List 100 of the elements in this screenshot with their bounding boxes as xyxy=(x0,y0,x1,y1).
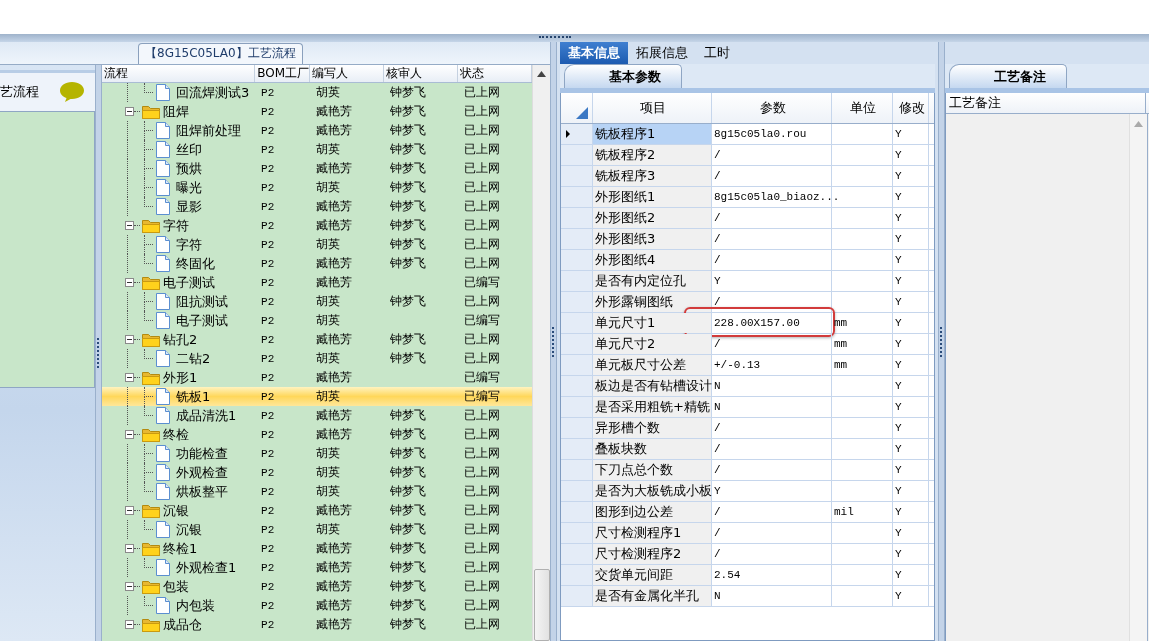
collapse-icon[interactable] xyxy=(125,506,134,515)
table-cell: 臧艳芳 xyxy=(315,369,352,386)
column-header[interactable]: 修改 xyxy=(893,93,929,123)
table-row[interactable]: 外形图纸1 8g15c05la0_biaoz... Y xyxy=(561,187,934,208)
notes-tab[interactable]: 工艺备注 xyxy=(949,64,1067,88)
table-row[interactable]: 板边是否有钻槽设计 N Y xyxy=(561,376,934,397)
table-row[interactable]: 外形图纸3 / Y xyxy=(561,229,934,250)
table-cell: Y xyxy=(895,149,902,161)
column-header[interactable]: 编写人 xyxy=(309,65,384,82)
table-row[interactable]: 铣板程序3 / Y xyxy=(561,166,934,187)
tab[interactable]: 拓展信息 xyxy=(628,42,696,64)
table-row[interactable]: 叠板块数 / Y xyxy=(561,439,934,460)
column-header[interactable]: 单位 xyxy=(832,93,893,123)
table-cell: 钟梦飞 xyxy=(389,597,426,614)
node-label: 阻抗测试 xyxy=(176,292,228,311)
table-row[interactable]: 单元板尺寸公差 +/-0.13 mm Y xyxy=(561,355,934,376)
table-row[interactable]: 是否为大板铣成小板Y Y xyxy=(561,481,934,502)
folder-icon xyxy=(142,503,160,518)
table-cell: P2 xyxy=(261,409,275,422)
table-cell: 钟梦飞 xyxy=(389,293,426,310)
node-label: 成品清洗1 xyxy=(176,406,237,425)
table-cell: 臧艳芳 xyxy=(315,331,352,348)
splitter-handle[interactable] xyxy=(538,35,571,41)
table-cell: Y xyxy=(895,191,902,203)
collapse-icon[interactable] xyxy=(125,373,134,382)
table-cell: 单元板尺寸公差 xyxy=(593,355,712,375)
table-row[interactable]: 交货单元间距 2.54 Y xyxy=(561,565,934,586)
scrollbar-thumb[interactable] xyxy=(533,569,550,641)
scrollbar[interactable] xyxy=(532,65,550,641)
table-row[interactable]: 尺寸检测程序2 / Y xyxy=(561,544,934,565)
collapse-icon[interactable] xyxy=(125,582,134,591)
table-cell: Y xyxy=(895,212,902,224)
table-cell: Y xyxy=(714,485,721,497)
table-cell: 钟梦飞 xyxy=(389,559,426,576)
table-cell: / xyxy=(714,170,721,182)
node-label: 外观检查 xyxy=(176,463,228,482)
table-cell: 臧艳芳 xyxy=(315,597,352,614)
table-cell: 已上网 xyxy=(463,122,500,139)
document-icon xyxy=(156,236,170,253)
table-cell: 胡英 xyxy=(315,312,340,329)
collapse-icon[interactable] xyxy=(125,430,134,439)
node-label: 显影 xyxy=(176,197,202,216)
column-header[interactable]: 项目 xyxy=(593,93,712,123)
document-icon xyxy=(156,388,170,405)
splitter-handle[interactable] xyxy=(939,326,944,357)
select-all-icon[interactable] xyxy=(576,107,588,119)
column-header[interactable]: BOM工厂 xyxy=(255,65,310,82)
table-row[interactable]: 是否有内定位孔 Y Y xyxy=(561,271,934,292)
column-header[interactable]: 核审人 xyxy=(383,65,458,82)
scrollbar[interactable] xyxy=(1129,114,1148,641)
collapse-icon[interactable] xyxy=(125,221,134,230)
collapse-icon[interactable] xyxy=(125,278,134,287)
column-header[interactable]: 参数 xyxy=(712,93,832,123)
table-cell: Y xyxy=(895,485,902,497)
table-row[interactable]: 是否有金属化半孔 N Y xyxy=(561,586,934,607)
table-cell: 钟梦飞 xyxy=(389,616,426,633)
table-row[interactable]: 图形到边公差 / mil Y xyxy=(561,502,934,523)
table-cell: Y xyxy=(895,506,902,518)
table-cell: 已上网 xyxy=(463,255,500,272)
collapse-icon[interactable] xyxy=(125,544,134,553)
table-row[interactable]: 外形图纸2 / Y xyxy=(561,208,934,229)
table-row[interactable]: 尺寸检测程序1 / Y xyxy=(561,523,934,544)
row-header[interactable] xyxy=(561,124,593,144)
tab[interactable]: 基本信息 xyxy=(560,42,628,64)
table-cell: 图形到边公差 xyxy=(593,502,712,522)
document-icon xyxy=(156,521,170,538)
scroll-up-icon[interactable] xyxy=(537,71,546,77)
tab[interactable]: 基本参数 xyxy=(564,64,682,88)
table-row[interactable]: 外形图纸4 / Y xyxy=(561,250,934,271)
splitter-handle[interactable] xyxy=(551,326,556,357)
column-header[interactable]: 状态 xyxy=(457,65,532,82)
table-row[interactable]: 铣板程序2 / Y xyxy=(561,145,934,166)
folder-icon xyxy=(142,617,160,632)
table-row[interactable]: 外形露铜图纸 / Y xyxy=(561,292,934,313)
speech-bubble-icon[interactable] xyxy=(59,81,85,103)
collapse-icon[interactable] xyxy=(125,335,134,344)
table-cell: P2 xyxy=(261,599,275,612)
collapse-icon[interactable] xyxy=(125,620,134,629)
table-cell: 钟梦飞 xyxy=(389,179,426,196)
splitter-handle[interactable] xyxy=(96,338,101,368)
column-header[interactable]: 流程 xyxy=(102,65,256,82)
table-row[interactable]: 单元尺寸2 / mm Y xyxy=(561,334,934,355)
table-cell: 尺寸检测程序1 xyxy=(593,523,712,543)
table-row[interactable]: 异形槽个数 / Y xyxy=(561,418,934,439)
table-cell: 钟梦飞 xyxy=(389,502,426,519)
node-label: 丝印 xyxy=(176,140,202,159)
tree-row[interactable]: 铣板1 P2 胡英 已编写 xyxy=(102,387,532,406)
table-cell: 钟梦飞 xyxy=(389,426,426,443)
table-row[interactable]: 下刀点总个数 / Y xyxy=(561,460,934,481)
collapse-icon[interactable] xyxy=(125,107,134,116)
tab[interactable]: 工时 xyxy=(696,42,738,64)
document-icon xyxy=(156,160,170,177)
table-cell: P2 xyxy=(261,333,275,346)
node-label: 内包装 xyxy=(176,596,215,615)
table-row[interactable]: 是否采用粗铣+精铣 N Y xyxy=(561,397,934,418)
table-cell: 单元尺寸1 xyxy=(593,313,712,333)
table-row[interactable]: 铣板程序1 8g15c05la0.rou Y xyxy=(561,124,934,145)
folder-icon xyxy=(142,104,160,119)
table-cell: / xyxy=(714,506,721,518)
table-cell: 臧艳芳 xyxy=(315,578,352,595)
